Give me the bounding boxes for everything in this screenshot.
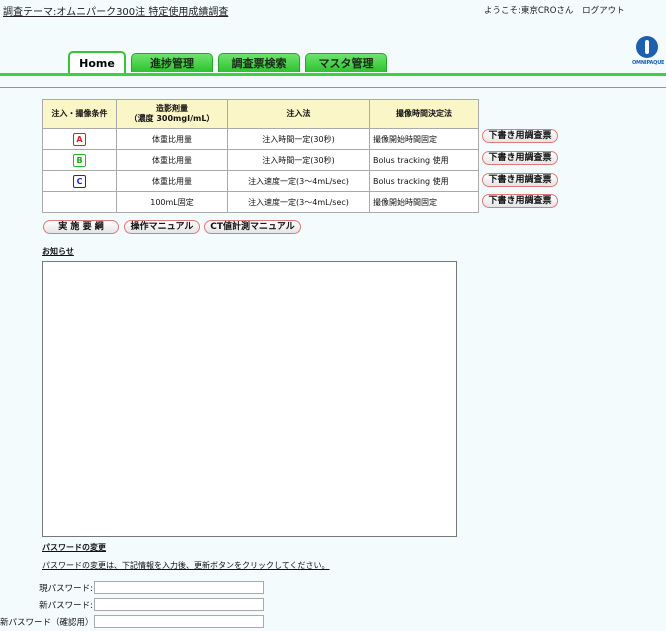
method-cell: 注入時間一定(30秒) [227, 128, 370, 150]
amount-cell: 100mL固定 [116, 191, 228, 213]
amount-cell: 体重比用量 [116, 128, 228, 150]
col-header-amount: 造影剤量 （濃度 300mgI/mL） [116, 99, 228, 129]
implementation-plan-button[interactable]: 実 施 要 綱 [43, 220, 119, 234]
news-title: お知らせ [42, 247, 74, 256]
survey-theme-title: 調査テーマ:オムニパーク300注 特定使用成績調査 [3, 7, 229, 18]
col-header-method: 注入法 [227, 99, 370, 129]
col-header-amount-sub: （濃度 300mgI/mL） [129, 114, 215, 123]
new-password-input[interactable] [94, 598, 264, 611]
table-row: A 体重比用量 注入時間一定(30秒) 撮像開始時間固定 [42, 128, 479, 150]
news-box[interactable] [42, 261, 457, 537]
confirm-password-label: 新パスワード（確認用）: [0, 618, 97, 628]
col-header-condition: 注入・撮像条件 [42, 99, 117, 129]
tab-search[interactable]: 調査票検索 [218, 53, 300, 72]
draft-survey-button-c[interactable]: 下書き用調査票 [482, 173, 558, 187]
confirm-password-input[interactable] [94, 615, 264, 628]
condition-cell: A [42, 128, 117, 150]
timing-cell: Bolus tracking 使用 [369, 170, 479, 192]
tab-progress[interactable]: 進捗管理 [131, 53, 213, 72]
timing-cell: 撮像開始時間固定 [369, 191, 479, 213]
timing-cell: 撮像開始時間固定 [369, 128, 479, 150]
table-row: 100mL固定 注入速度一定(3～4mL/sec) 撮像開始時間固定 [42, 191, 479, 213]
logout-link[interactable]: ログアウト [582, 6, 625, 16]
logo-text: OMNIPAQUE [632, 60, 665, 66]
amount-cell: 体重比用量 [116, 149, 228, 171]
ct-manual-button[interactable]: CT値計測マニュアル [204, 220, 301, 234]
welcome-area: ようこそ:東京CROさん ログアウト [484, 4, 625, 16]
timing-cell: Bolus tracking 使用 [369, 149, 479, 171]
table-row: C 体重比用量 注入速度一定(3～4mL/sec) Bolus tracking… [42, 170, 479, 192]
col-header-amount-label: 造影剤量 [156, 104, 188, 113]
draft-survey-button-a[interactable]: 下書き用調査票 [482, 129, 558, 143]
condition-badge-c: C [73, 174, 86, 188]
method-cell: 注入速度一定(3～4mL/sec) [227, 191, 370, 213]
password-change-title: パスワードの変更 [42, 543, 106, 552]
condition-cell: B [42, 149, 117, 171]
condition-badge-b: B [73, 153, 86, 167]
current-password-label: 現パスワード: [39, 584, 93, 594]
new-password-label: 新パスワード: [39, 601, 93, 611]
operation-manual-button[interactable]: 操作マニュアル [124, 220, 200, 234]
amount-cell: 体重比用量 [116, 170, 228, 192]
condition-badge-a: A [73, 132, 86, 146]
col-header-timing: 撮像時間決定法 [369, 99, 479, 129]
method-cell: 注入時間一定(30秒) [227, 149, 370, 171]
draft-survey-button-d[interactable]: 下書き用調査票 [482, 194, 558, 208]
password-change-description: パスワードの変更は、下記情報を入力後、更新ボタンをクリックしてください。 [42, 561, 330, 570]
logo-mark-icon [636, 36, 658, 58]
condition-cell: C [42, 170, 117, 192]
condition-table: 注入・撮像条件 造影剤量 （濃度 300mgI/mL） 注入法 撮像時間決定法 … [42, 99, 479, 213]
welcome-text: ようこそ:東京CROさん [484, 6, 574, 16]
tab-master[interactable]: マスタ管理 [305, 53, 387, 72]
condition-cell [42, 191, 117, 213]
divider-line [0, 87, 666, 88]
draft-survey-button-b[interactable]: 下書き用調査票 [482, 151, 558, 165]
omnipaque-logo: OMNIPAQUE [632, 36, 665, 70]
table-header-row: 注入・撮像条件 造影剤量 （濃度 300mgI/mL） 注入法 撮像時間決定法 [42, 99, 479, 129]
method-cell: 注入速度一定(3～4mL/sec) [227, 170, 370, 192]
tab-bar-line [0, 73, 666, 76]
current-password-input[interactable] [94, 581, 264, 594]
table-row: B 体重比用量 注入時間一定(30秒) Bolus tracking 使用 [42, 149, 479, 171]
tab-home[interactable]: Home [68, 51, 126, 73]
